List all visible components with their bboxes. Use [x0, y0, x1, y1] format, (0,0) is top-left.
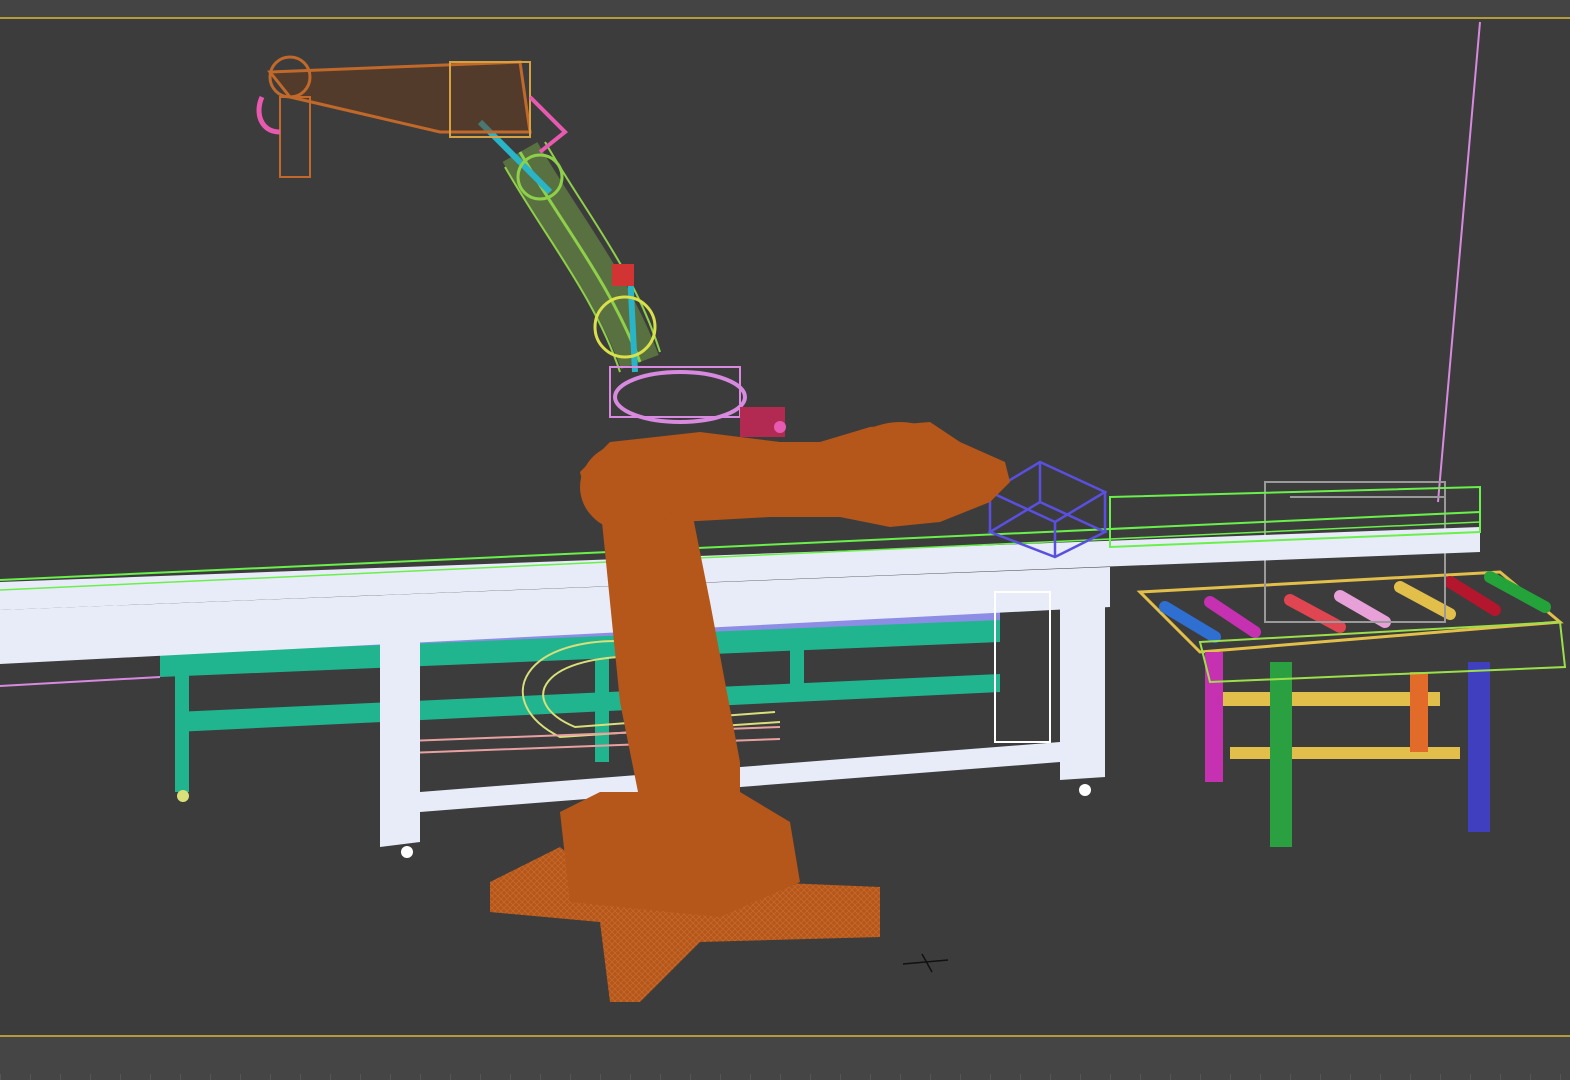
- view-center-crosshair: [902, 953, 949, 973]
- perspective-viewport[interactable]: [0, 17, 1570, 1037]
- light-line[interactable]: [1437, 21, 1481, 503]
- timeline-ticks: [0, 1074, 1570, 1080]
- viewport-scene[interactable]: [0, 19, 1570, 1035]
- app-window: [0, 0, 1570, 1080]
- industrial-robot-wireframe-pose[interactable]: [256, 55, 785, 437]
- top-toolbar-strip: [0, 0, 1570, 17]
- bottom-timeline-strip[interactable]: [0, 1037, 1570, 1080]
